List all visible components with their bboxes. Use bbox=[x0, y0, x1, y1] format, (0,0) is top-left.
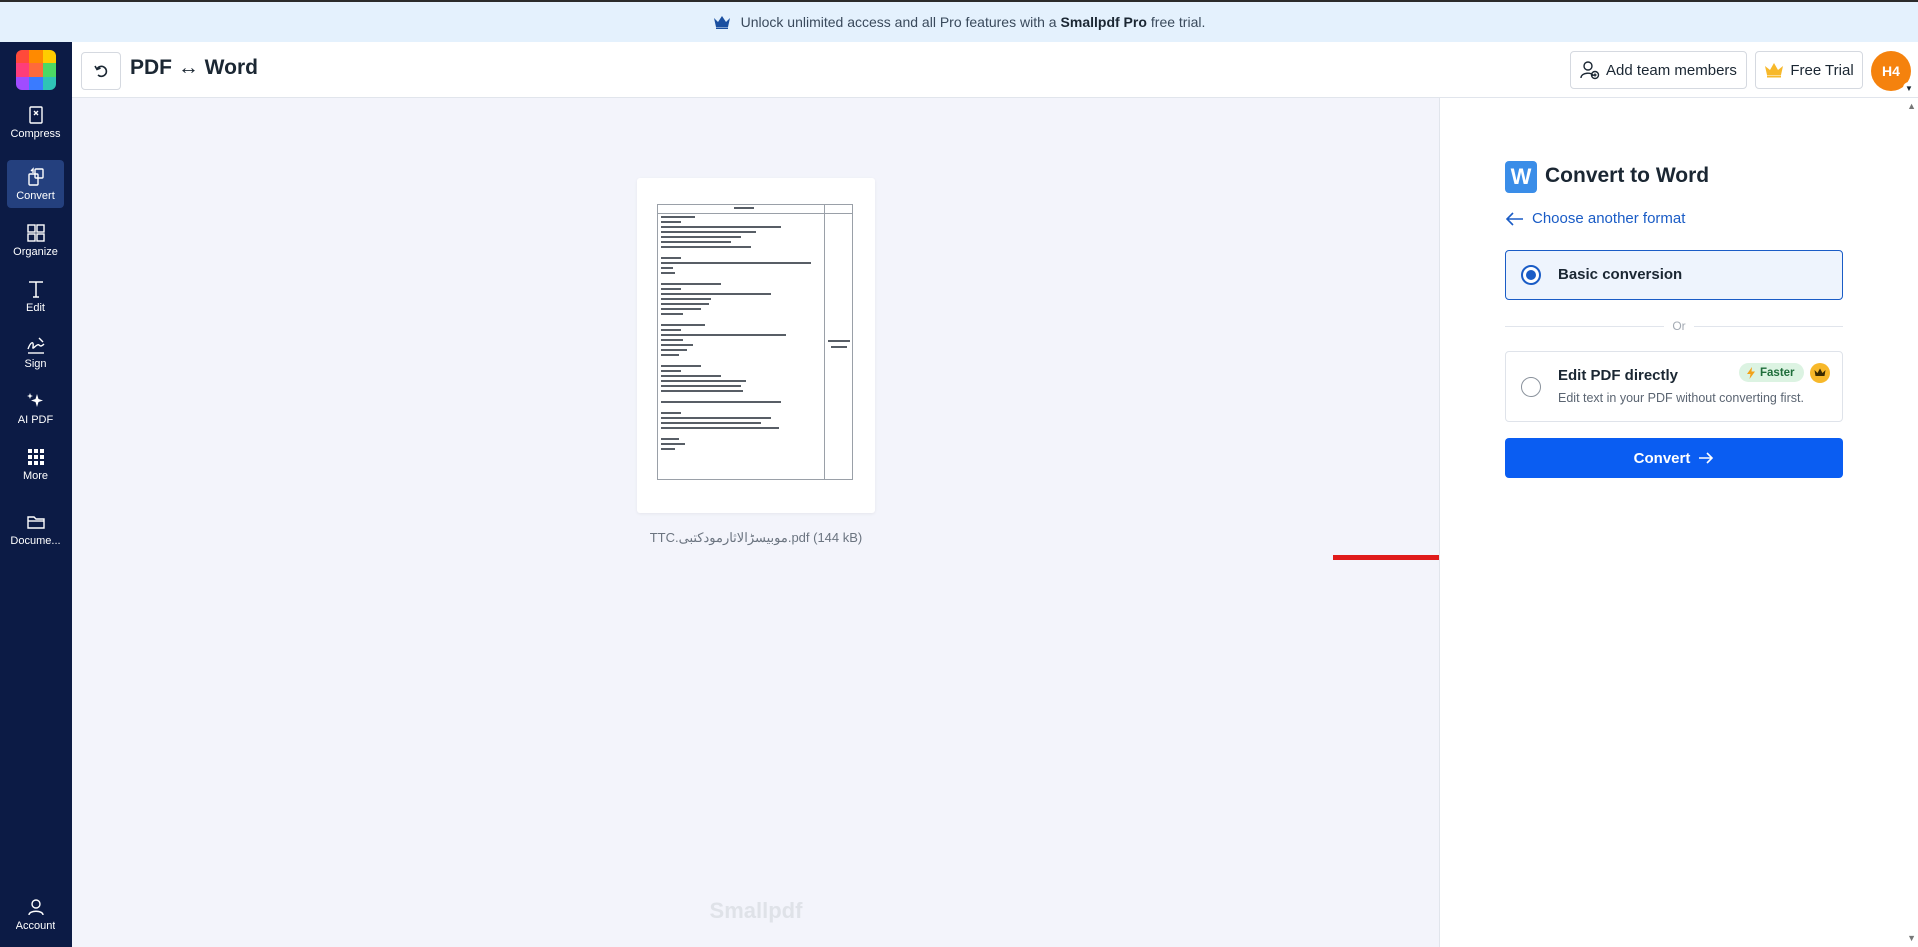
sidebar-item-label: More bbox=[22, 469, 49, 482]
sidebar-item-compress[interactable]: Compress bbox=[7, 98, 64, 146]
option-basic-conversion[interactable]: Basic conversion bbox=[1505, 250, 1843, 300]
radio-selected[interactable] bbox=[1521, 265, 1541, 285]
top-bar: PDF ↔ Word Add team members Free Trial H… bbox=[72, 42, 1918, 98]
signature-icon bbox=[26, 337, 44, 354]
panel-title: Convert to Word bbox=[1545, 164, 1710, 187]
document-workspace: TTC.موبیسڑالاثارمودکتبی.pdf (144 kB) Sma… bbox=[72, 98, 1536, 947]
sidebar-item-account[interactable]: Account bbox=[7, 890, 64, 938]
pdf-page-preview bbox=[657, 204, 853, 480]
grid-dots-icon bbox=[27, 448, 44, 465]
sidebar-item-convert[interactable]: Convert bbox=[7, 160, 64, 208]
sidebar: Compress Convert Organize Edit Sign AI P… bbox=[0, 42, 72, 947]
sidebar-item-label: Sign bbox=[24, 357, 47, 370]
sidebar-item-edit[interactable]: Edit bbox=[7, 272, 64, 320]
smallpdf-logo[interactable] bbox=[16, 50, 56, 90]
option-label: Edit PDF directly bbox=[1558, 367, 1679, 384]
arrow-right-icon bbox=[1699, 452, 1714, 464]
convert-icon bbox=[27, 166, 44, 186]
pro-crown-icon bbox=[1810, 363, 1830, 383]
sidebar-item-more[interactable]: More bbox=[7, 440, 64, 488]
ai-sparkle-icon bbox=[26, 392, 43, 407]
compress-icon bbox=[28, 105, 43, 124]
word-icon: W bbox=[1505, 161, 1537, 193]
sidebar-item-label: Edit bbox=[26, 301, 45, 314]
choose-another-format-link[interactable]: Choose another format bbox=[1506, 210, 1685, 227]
lightning-icon bbox=[1747, 366, 1755, 379]
undo-button[interactable] bbox=[81, 52, 121, 90]
file-name: TTC.موبیسڑالاثارمودکتبی.pdf (144 kB) bbox=[649, 530, 863, 545]
option-edit-pdf-directly[interactable]: Edit PDF directly Edit text in your PDF … bbox=[1505, 351, 1843, 422]
arrow-left-icon bbox=[1506, 211, 1523, 226]
convert-button[interactable]: Convert bbox=[1505, 438, 1843, 478]
banner-text-before: Unlock unlimited access and all Pro feat… bbox=[740, 14, 1057, 30]
divider-or: Or bbox=[1440, 319, 1918, 333]
folder-icon bbox=[26, 515, 45, 529]
convert-label: Convert bbox=[1633, 449, 1691, 467]
sidebar-item-label: Organize bbox=[13, 245, 58, 258]
free-trial-label: Free Trial bbox=[1790, 61, 1854, 79]
sidebar-item-label: Docume... bbox=[10, 534, 61, 547]
undo-icon bbox=[94, 65, 108, 78]
crown-icon bbox=[1765, 63, 1784, 78]
conversion-panel: W Convert to Word Choose another format … bbox=[1439, 98, 1918, 947]
add-team-members-button[interactable]: Add team members bbox=[1570, 51, 1747, 89]
sidebar-item-organize[interactable]: Organize bbox=[7, 216, 64, 264]
add-user-icon bbox=[1580, 61, 1600, 80]
organize-icon bbox=[26, 223, 45, 242]
banner-brand[interactable]: Smallpdf Pro bbox=[1061, 14, 1147, 30]
sidebar-item-documents[interactable]: Docume... bbox=[7, 505, 64, 553]
back-link-label: Choose another format bbox=[1532, 210, 1686, 227]
option-description: Edit text in your PDF without converting… bbox=[1558, 391, 1804, 405]
document-thumbnail[interactable] bbox=[637, 178, 875, 513]
option-label: Basic conversion bbox=[1558, 266, 1683, 283]
banner-text-after: free trial. bbox=[1150, 14, 1206, 30]
edit-text-icon bbox=[28, 280, 43, 298]
add-team-label: Add team members bbox=[1606, 61, 1737, 79]
sidebar-item-label: Compress bbox=[10, 127, 61, 140]
scroll-down-arrow[interactable]: ▼ bbox=[1907, 933, 1916, 943]
sidebar-item-label: Convert bbox=[16, 189, 55, 202]
faster-badge: Faster bbox=[1739, 363, 1804, 382]
promo-banner[interactable]: Unlock unlimited access and all Pro feat… bbox=[0, 0, 1918, 42]
scroll-up-arrow[interactable]: ▲ bbox=[1907, 101, 1916, 111]
chevron-down-icon[interactable]: ▼ bbox=[1903, 82, 1915, 94]
page-title: PDF ↔ Word bbox=[130, 56, 258, 79]
user-icon bbox=[27, 898, 44, 915]
radio-unselected[interactable] bbox=[1521, 377, 1541, 397]
sidebar-item-ai-pdf[interactable]: AI PDF bbox=[7, 384, 64, 432]
smallpdf-watermark: Smallpdf bbox=[709, 898, 803, 923]
sidebar-item-label: Account bbox=[15, 919, 56, 932]
sidebar-item-label: AI PDF bbox=[17, 413, 54, 426]
crown-icon bbox=[713, 15, 731, 29]
free-trial-button[interactable]: Free Trial bbox=[1755, 51, 1863, 89]
sidebar-item-sign[interactable]: Sign bbox=[7, 328, 64, 376]
